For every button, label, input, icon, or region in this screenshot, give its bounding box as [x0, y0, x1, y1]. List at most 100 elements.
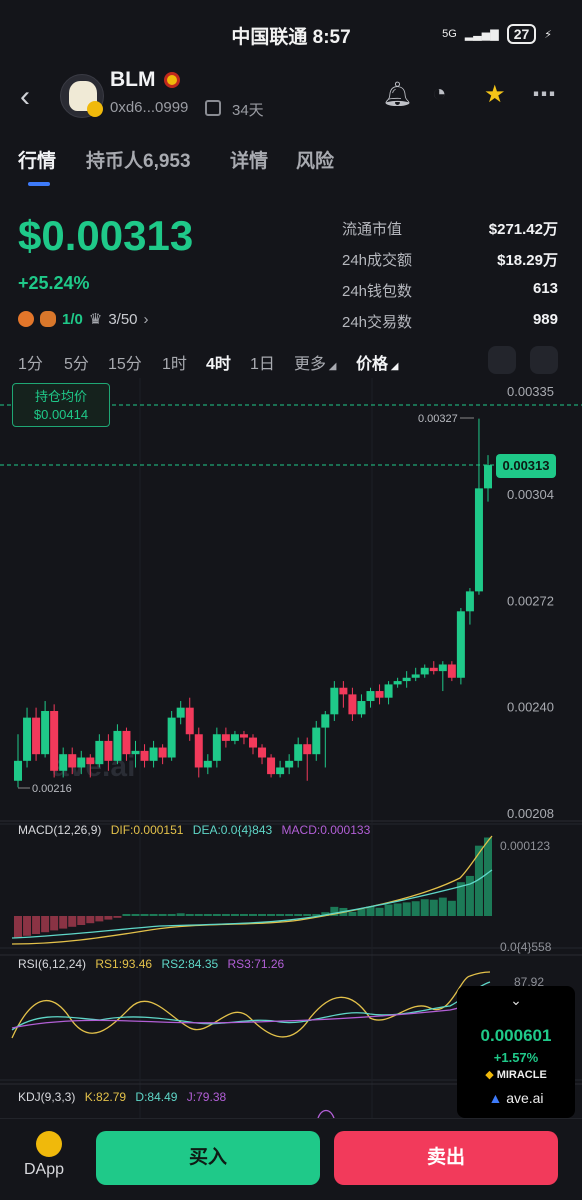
tf-1h[interactable]: 1时	[162, 350, 187, 374]
contract-address: 0xd6...0999	[110, 99, 189, 116]
more-icon[interactable]: ⋯	[532, 80, 556, 109]
macd-bar	[185, 914, 194, 916]
candle-body	[131, 750, 140, 755]
macd-dif-line	[11, 835, 493, 945]
chart-settings-icon[interactable]	[530, 346, 558, 374]
candle-body	[86, 757, 95, 765]
macd-bar	[95, 916, 104, 922]
tf-5m[interactable]: 5分	[64, 350, 89, 374]
candle-body	[375, 691, 384, 698]
macd-bar	[131, 914, 140, 916]
avg-cost-label: 持仓均价	[34, 389, 87, 404]
candle-body	[194, 734, 203, 768]
macd-bar	[68, 916, 77, 927]
indicator-icon[interactable]	[488, 346, 516, 374]
macd-bar	[438, 897, 447, 916]
tab-bar: 行情 持币人6,953 详情 风险	[0, 140, 582, 190]
candle-body	[393, 681, 402, 685]
candle-body	[402, 677, 411, 682]
tf-1m[interactable]: 1分	[18, 350, 43, 374]
gauge-icon[interactable]: ◔	[432, 80, 447, 108]
macd-legend[interactable]: MACD(12,26,9) DIF:0.000151 DEA:0.0{4}843…	[18, 823, 370, 837]
charging-icon: ⚡	[544, 28, 552, 41]
tab-market[interactable]: 行情	[18, 146, 56, 173]
dapp-icon[interactable]	[36, 1131, 62, 1157]
chevron-right-icon[interactable]: ›	[144, 311, 149, 328]
floating-price-card[interactable]: ⌄ 0.000601 +1.57% ◆ MIRACLE ▲ ave.ai	[457, 986, 575, 1118]
token-header: ‹ BLM 0xd6...0999 34天 🔔︎ ◔ ★ ⋯	[0, 62, 582, 132]
macd-bar	[167, 914, 176, 916]
candle-body	[474, 488, 483, 592]
network-label: 5G	[442, 28, 457, 40]
y-axis-ticks: 0.00335 0.00304 0.00272 0.00240 0.00208	[507, 384, 554, 821]
macd-bottom-label: 0.0{4}558	[500, 940, 552, 954]
tf-1d[interactable]: 1日	[250, 350, 275, 374]
tab-holders[interactable]: 持币人6,953	[86, 146, 191, 173]
candle-body	[140, 750, 149, 761]
macd-bar	[303, 914, 312, 916]
candle-body	[267, 757, 276, 775]
chevron-down-icon[interactable]: ⌄	[457, 992, 575, 1009]
tf-15m[interactable]: 15分	[108, 350, 142, 374]
candle-body	[303, 744, 312, 755]
macd-bar	[230, 914, 239, 916]
candle-body	[221, 734, 230, 741]
candle-body	[258, 747, 267, 758]
candle-body	[456, 611, 465, 678]
candle-body	[176, 707, 185, 718]
tf-more[interactable]: 更多 ◢	[294, 350, 336, 374]
token-flag-icon	[164, 72, 180, 88]
tab-details[interactable]: 详情	[230, 146, 268, 173]
rsi-legend[interactable]: RSI(6,12,24) RS1:93.46 RS2:84.35 RS3:71.…	[18, 957, 284, 971]
candle-body	[230, 734, 239, 741]
stat-row: 流通市值 $271.42万	[342, 221, 558, 238]
tf-4h[interactable]: 4时	[206, 350, 231, 374]
candle-body	[113, 730, 122, 761]
bnb-chain-icon: ◆	[485, 1069, 497, 1081]
macd-bar	[285, 914, 294, 916]
star-icon[interactable]: ★	[484, 80, 506, 109]
bottom-action-bar: DApp 买入 卖出	[0, 1118, 582, 1200]
macd-bar	[393, 903, 402, 916]
stat-row: 24h成交额 $18.29万	[342, 252, 558, 269]
macd-bar	[59, 916, 68, 929]
status-indicators: 5G ▂▃▅▇ 27 ⚡	[442, 24, 552, 44]
macd-top-label: 0.000123	[500, 839, 550, 853]
back-icon[interactable]: ‹	[20, 80, 30, 114]
candle-body	[465, 591, 474, 612]
macd-bar	[203, 914, 212, 916]
float-token-name: ◆ MIRACLE	[485, 1069, 547, 1081]
macd-bar	[77, 916, 86, 925]
y-tick-label: 0.00240	[507, 700, 554, 715]
macd-bar	[357, 908, 366, 916]
dapp-label[interactable]: DApp	[24, 1161, 64, 1179]
candle-body	[185, 707, 194, 735]
money-bag-icon	[40, 311, 56, 327]
macd-bar	[249, 914, 257, 916]
copy-icon[interactable]	[205, 100, 221, 116]
macd-bar	[294, 914, 303, 916]
macd-bar	[258, 914, 267, 916]
tab-risk[interactable]: 风险	[296, 146, 334, 173]
price-mode-select[interactable]: 价格 ◢	[356, 350, 398, 374]
macd-bar	[402, 902, 411, 916]
candle-body	[438, 664, 447, 672]
macd-bar	[267, 914, 276, 916]
candle-body	[77, 757, 86, 768]
sell-button[interactable]: 卖出	[334, 1131, 558, 1185]
kdj-legend[interactable]: KDJ(9,3,3) K:82.79 D:84.49 J:79.38	[18, 1090, 226, 1104]
candle-body	[167, 717, 176, 758]
y-tick-label: 0.00208	[507, 806, 554, 821]
bell-icon[interactable]: 🔔︎	[382, 80, 412, 109]
macd-bar	[276, 914, 285, 916]
avg-cost-badge[interactable]: 持仓均价 $0.00414	[12, 383, 110, 427]
candle-body	[95, 740, 104, 765]
crown-icon: ♛	[88, 311, 103, 328]
buy-button[interactable]: 买入	[96, 1131, 320, 1185]
y-tick-label: 0.00335	[507, 384, 554, 399]
candles-group	[14, 418, 492, 788]
high-label: 0.00327	[418, 413, 458, 425]
y-tick-label: 0.00272	[507, 593, 554, 608]
rank-value[interactable]: 3/50	[108, 311, 137, 328]
macd-bar	[158, 914, 167, 916]
